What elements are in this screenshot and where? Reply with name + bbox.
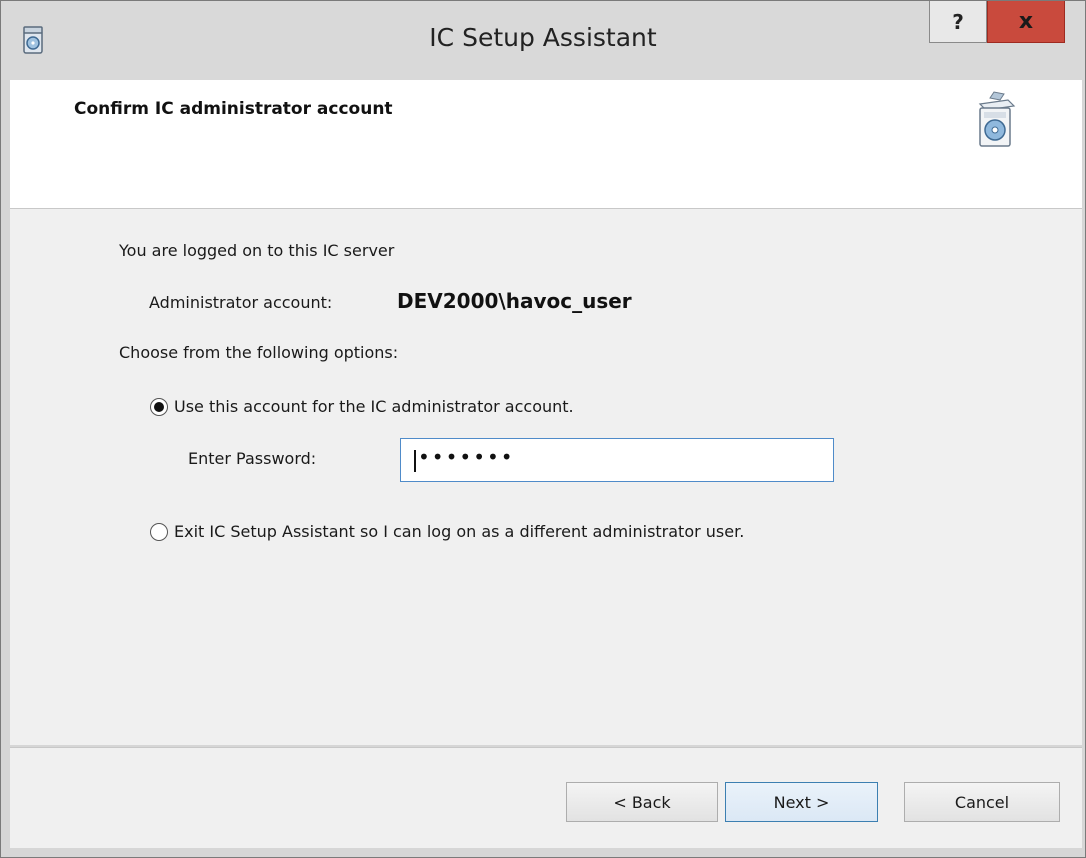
- help-button[interactable]: ?: [929, 1, 987, 43]
- setup-box-icon: [970, 90, 1020, 150]
- back-button[interactable]: < Back: [566, 782, 718, 822]
- account-label: Administrator account:: [149, 293, 333, 312]
- exit-setup-radio[interactable]: [150, 523, 168, 541]
- cancel-button[interactable]: Cancel: [904, 782, 1060, 822]
- next-button[interactable]: Next >: [725, 782, 878, 822]
- account-value: DEV2000\havoc_user: [397, 289, 632, 313]
- window-title: IC Setup Assistant: [429, 23, 657, 52]
- content-panel: You are logged on to this IC server Admi…: [10, 209, 1082, 745]
- choose-text: Choose from the following options:: [119, 343, 399, 362]
- close-button[interactable]: x: [987, 1, 1065, 43]
- use-account-label[interactable]: Use this account for the IC administrato…: [174, 397, 574, 416]
- title-bar[interactable]: IC Setup Assistant ? x: [1, 1, 1085, 80]
- text-caret: [414, 450, 416, 472]
- header-panel: Confirm IC administrator account: [10, 80, 1082, 209]
- setup-window: IC Setup Assistant ? x Confirm IC admini…: [0, 0, 1086, 858]
- exit-setup-label[interactable]: Exit IC Setup Assistant so I can log on …: [174, 522, 744, 541]
- password-mask: •••••••: [418, 445, 515, 469]
- password-input[interactable]: •••••••: [400, 438, 834, 482]
- password-label: Enter Password:: [188, 449, 317, 468]
- use-account-radio[interactable]: [150, 398, 168, 416]
- page-title: Confirm IC administrator account: [74, 99, 393, 119]
- footer-panel: < Back Next > Cancel: [10, 748, 1082, 848]
- logged-on-text: You are logged on to this IC server: [119, 241, 395, 260]
